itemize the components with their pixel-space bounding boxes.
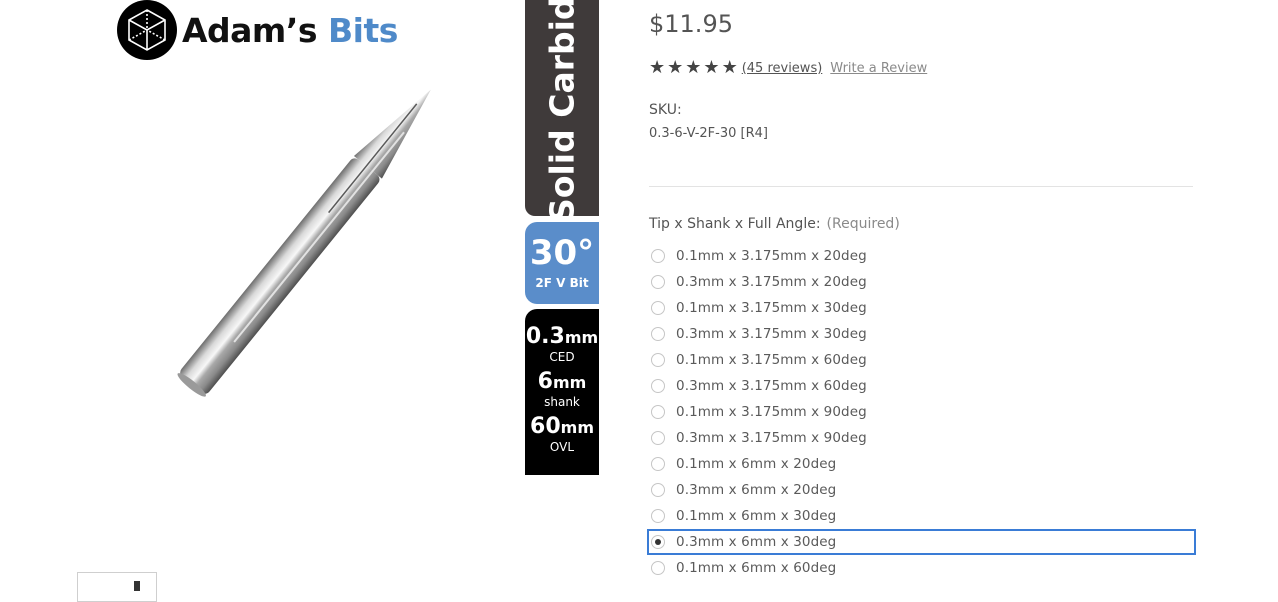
option-group-label: Tip x Shank x Full Angle: (Required) [649,216,900,232]
radio-button[interactable] [651,457,665,471]
radio-button[interactable] [651,327,665,341]
size-option-label: 0.1mm x 6mm x 20deg [676,456,837,472]
size-option[interactable]: 0.1mm x 3.175mm x 90deg [647,399,1196,425]
brand-word-2: Bits [328,10,398,50]
size-option-label: 0.1mm x 6mm x 60deg [676,560,837,576]
radio-button[interactable] [651,249,665,263]
cube-logo-icon [117,0,177,60]
size-option-label: 0.3mm x 6mm x 30deg [676,534,837,550]
size-option-label: 0.1mm x 3.175mm x 20deg [676,248,867,264]
size-option-label: 0.3mm x 3.175mm x 90deg [676,430,867,446]
size-option[interactable]: 0.3mm x 3.175mm x 20deg [647,269,1196,295]
size-option-label: 0.1mm x 6mm x 30deg [676,508,837,524]
size-option-list: 0.1mm x 3.175mm x 20deg 0.3mm x 3.175mm x… [647,243,1196,581]
reviews-link[interactable]: (45 reviews) [742,61,823,76]
product-price: $11.95 [649,10,733,38]
angle-value: 30° [529,233,595,273]
radio-button[interactable] [651,509,665,523]
ovl-value: 60mm [530,414,594,439]
size-option[interactable]: 0.3mm x 3.175mm x 60deg [647,373,1196,399]
product-thumbnail[interactable] [77,572,157,602]
product-image-gallery: Adam’s Bits Solid Carbide 30° 2F V Bit 0… [0,0,610,602]
sku-value: 0.3-6-V-2F-30 [R4] [649,126,768,141]
divider [649,186,1193,187]
size-option[interactable]: 0.3mm x 6mm x 30deg [647,529,1196,555]
option-label-text: Tip x Shank x Full Angle: [649,216,821,232]
size-option-label: 0.3mm x 3.175mm x 30deg [676,326,867,342]
write-review-link[interactable]: Write a Review [830,61,927,76]
size-option-label: 0.3mm x 6mm x 20deg [676,482,837,498]
rating-stars: ★ ★ ★ ★ ★ [649,59,738,77]
size-option[interactable]: 0.1mm x 3.175mm x 60deg [647,347,1196,373]
size-option[interactable]: 0.1mm x 3.175mm x 20deg [647,243,1196,269]
radio-button[interactable] [651,301,665,315]
size-option[interactable]: 0.1mm x 6mm x 60deg [647,555,1196,581]
star-icon: ★ [685,57,702,78]
radio-button[interactable] [651,405,665,419]
angle-label: 30° 2F V Bit [525,222,599,304]
radio-button[interactable] [651,535,665,549]
radio-button[interactable] [651,483,665,497]
sku-label: SKU: [649,102,682,118]
size-option[interactable]: 0.3mm x 3.175mm x 30deg [647,321,1196,347]
radio-button[interactable] [651,561,665,575]
star-icon: ★ [649,57,666,78]
star-icon: ★ [667,57,684,78]
size-option-label: 0.1mm x 3.175mm x 90deg [676,404,867,420]
ced-label: CED [549,350,575,364]
radio-button[interactable] [651,353,665,367]
required-indicator: (Required) [826,216,900,232]
size-option[interactable]: 0.1mm x 3.175mm x 30deg [647,295,1196,321]
size-option[interactable]: 0.3mm x 6mm x 20deg [647,477,1196,503]
material-label: Solid Carbide [525,0,599,222]
brand-name: Adam’s Bits [182,11,398,50]
radio-button[interactable] [651,379,665,393]
star-icon: ★ [703,57,720,78]
ced-value: 0.3mm [525,324,599,349]
brand-word-1: Adam’s [182,10,318,50]
radio-button[interactable] [651,431,665,445]
product-rating: ★ ★ ★ ★ ★ (45 reviews) Write a Review [649,59,927,77]
size-option-label: 0.1mm x 3.175mm x 30deg [676,300,867,316]
size-option[interactable]: 0.1mm x 6mm x 30deg [647,503,1196,529]
angle-subtext: 2F V Bit [535,276,589,290]
dimensions-label: 0.3mm CED 6mm shank 60mm OVL [525,309,599,475]
size-option-label: 0.3mm x 3.175mm x 20deg [676,274,867,290]
v-bit-product-photo [177,89,431,397]
star-icon: ★ [721,57,738,78]
shank-label: shank [544,395,580,409]
material-text: Solid Carbide [542,0,582,222]
size-option[interactable]: 0.3mm x 3.175mm x 90deg [647,425,1196,451]
size-option-label: 0.3mm x 3.175mm x 60deg [676,378,867,394]
size-option-label: 0.1mm x 3.175mm x 60deg [676,352,867,368]
ovl-label: OVL [549,440,575,454]
radio-button[interactable] [651,275,665,289]
size-option[interactable]: 0.1mm x 6mm x 20deg [647,451,1196,477]
shank-value: 6mm [537,369,587,394]
brand-logo: Adam’s Bits [116,0,398,60]
